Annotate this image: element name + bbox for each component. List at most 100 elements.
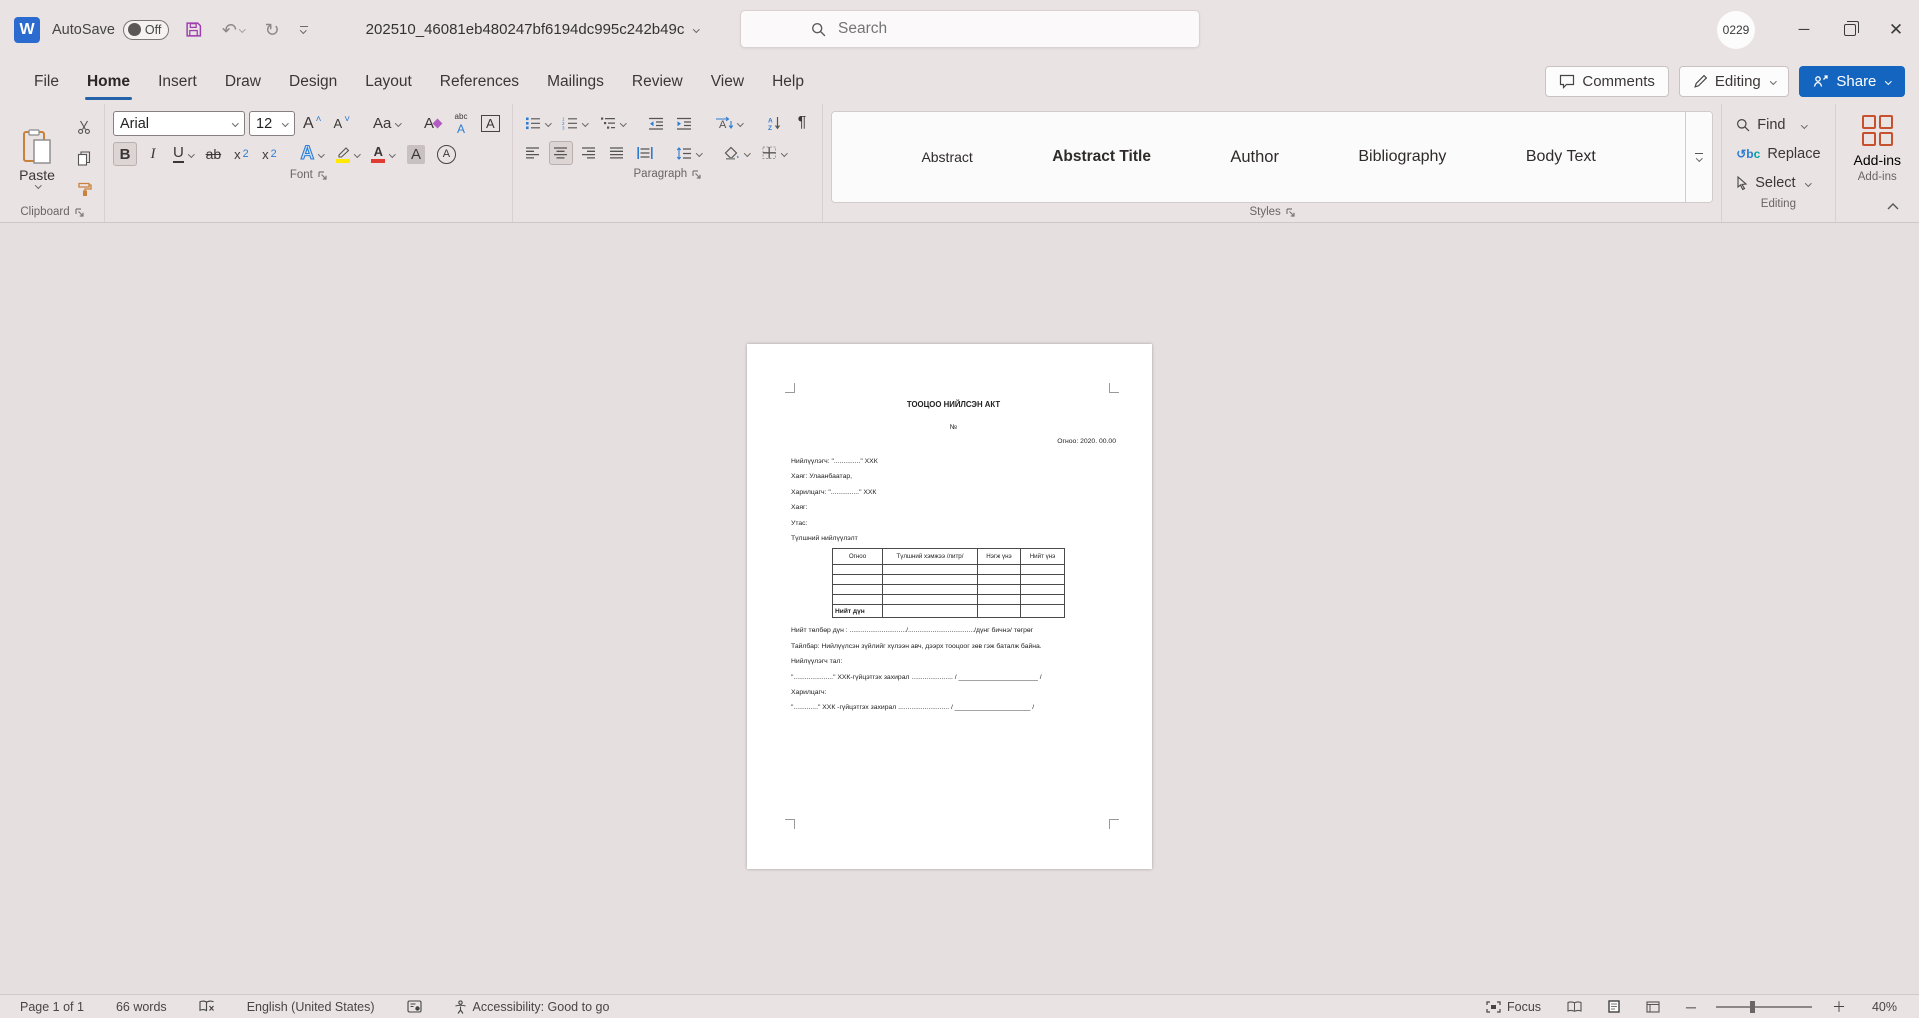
borders-button[interactable] (758, 141, 791, 165)
text-direction-button[interactable]: A (711, 111, 747, 135)
zoom-level[interactable]: 40% (1866, 999, 1903, 1015)
strikethrough-button[interactable]: ab (201, 142, 225, 166)
italic-button[interactable]: I (141, 142, 165, 166)
underline-button[interactable]: U (169, 142, 197, 166)
comments-button[interactable]: Comments (1545, 66, 1669, 97)
page-content[interactable]: ТООЦОО НИЙЛСЭН АКТ № Огноо: 2020. 00.00 … (791, 400, 1116, 716)
language-status[interactable]: English (United States) (241, 999, 381, 1015)
distribute-button[interactable] (633, 141, 657, 165)
justify-button[interactable] (605, 141, 629, 165)
select-button[interactable]: Select (1730, 171, 1826, 195)
print-layout-button[interactable] (1602, 999, 1626, 1014)
tab-view[interactable]: View (697, 59, 758, 104)
document-canvas[interactable]: ТООЦОО НИЙЛСЭН АКТ № Огноо: 2020. 00.00 … (0, 223, 1919, 994)
tab-insert[interactable]: Insert (144, 59, 211, 104)
zoom-slider-thumb[interactable] (1750, 1001, 1755, 1013)
style-item-bibliography[interactable]: Bibliography (1358, 148, 1446, 166)
character-shading-button[interactable]: A (403, 142, 429, 166)
shading-button[interactable] (720, 141, 754, 165)
collapse-ribbon-button[interactable] (1883, 199, 1903, 214)
close-button[interactable]: ✕ (1873, 0, 1919, 59)
tab-references[interactable]: References (426, 59, 533, 104)
page-status[interactable]: Page 1 of 1 (14, 999, 90, 1015)
decrease-indent-button[interactable] (644, 111, 668, 135)
sort-button[interactable]: A Z (762, 111, 786, 135)
text-effects-button[interactable]: A (296, 142, 327, 166)
search-input[interactable] (836, 19, 1136, 39)
bold-button[interactable]: B (113, 142, 137, 166)
account-badge[interactable]: 0229 (1717, 11, 1755, 49)
style-item-abstract[interactable]: Abstract (921, 149, 972, 165)
font-size-select[interactable]: 12 (249, 111, 295, 136)
tab-help[interactable]: Help (758, 59, 818, 104)
editing-mode-button[interactable]: Editing (1679, 66, 1789, 97)
align-center-button[interactable] (549, 141, 573, 165)
find-button[interactable]: Find (1730, 113, 1826, 137)
font-dialog-launcher[interactable] (318, 171, 327, 180)
format-painter-button[interactable] (72, 177, 96, 201)
tab-draw[interactable]: Draw (211, 59, 275, 104)
document-title-control[interactable]: 202510_46081eb480247bf6194dc995c242b49c (366, 21, 699, 38)
tab-mailings[interactable]: Mailings (533, 59, 618, 104)
redo-button[interactable]: ↻ (261, 19, 284, 41)
tab-design[interactable]: Design (275, 59, 351, 104)
web-layout-button[interactable] (1640, 1000, 1666, 1014)
phonetic-guide-button[interactable]: abcA (449, 112, 473, 136)
character-border-button[interactable]: A (477, 112, 504, 136)
read-mode-button[interactable] (1561, 1000, 1588, 1014)
font-color-button[interactable]: A (367, 142, 399, 166)
superscript-button[interactable]: x2 (257, 142, 281, 166)
change-case-button[interactable]: Aa (369, 112, 405, 136)
save-button[interactable] (181, 19, 206, 40)
proofing-errors-button[interactable] (193, 999, 221, 1014)
highlight-button[interactable] (332, 142, 364, 166)
align-right-button[interactable] (577, 141, 601, 165)
style-item-abstract-title[interactable]: Abstract Title (1052, 148, 1151, 166)
font-name-select[interactable]: Arial (113, 111, 245, 136)
record-button[interactable] (401, 999, 428, 1014)
restore-button[interactable] (1827, 0, 1873, 59)
styles-dialog-launcher[interactable] (1286, 208, 1295, 217)
paragraph-dialog-launcher[interactable] (692, 170, 701, 179)
enclose-characters-button[interactable]: A (433, 142, 460, 166)
focus-button[interactable]: Focus (1480, 999, 1547, 1015)
crop-mark-top-left (785, 383, 795, 393)
zoom-out-button[interactable]: ─ (1680, 998, 1702, 1016)
show-formatting-marks-button[interactable]: ¶ (790, 111, 814, 135)
customize-quick-access-button[interactable] (296, 24, 312, 35)
word-count[interactable]: 66 words (110, 999, 173, 1015)
shrink-font-button[interactable]: A˅ (330, 112, 355, 136)
search-box[interactable] (740, 10, 1200, 48)
styles-gallery-more-button[interactable] (1685, 112, 1712, 202)
grow-font-button[interactable]: A˄ (299, 112, 326, 136)
share-button[interactable]: Share (1799, 66, 1905, 97)
line-spacing-button[interactable] (672, 141, 706, 165)
align-left-button[interactable] (521, 141, 545, 165)
paste-button[interactable]: Paste (8, 111, 66, 203)
multilevel-list-button[interactable] (596, 111, 630, 135)
clear-formatting-button[interactable]: A (420, 112, 445, 136)
minimize-button[interactable]: ─ (1781, 0, 1827, 59)
autosave-control[interactable]: AutoSave Off (52, 20, 169, 40)
document-page[interactable]: ТООЦОО НИЙЛСЭН АКТ № Огноо: 2020. 00.00 … (747, 344, 1152, 869)
autosave-toggle[interactable]: Off (123, 20, 169, 40)
zoom-in-button[interactable]: ＋ (1826, 996, 1852, 1018)
zoom-slider[interactable] (1716, 1006, 1812, 1008)
clipboard-dialog-launcher[interactable] (75, 208, 84, 217)
tab-review[interactable]: Review (618, 59, 697, 104)
tab-file[interactable]: File (20, 59, 73, 104)
replace-button[interactable]: ↺bc Replace (1730, 142, 1826, 166)
copy-button[interactable] (72, 146, 96, 170)
addins-button[interactable]: Add-ins (1844, 111, 1911, 168)
undo-button[interactable]: ↶ (218, 19, 249, 41)
tab-layout[interactable]: Layout (351, 59, 426, 104)
increase-indent-button[interactable] (672, 111, 696, 135)
numbering-button[interactable]: 123 (558, 111, 592, 135)
cut-button[interactable] (72, 115, 96, 139)
style-item-author[interactable]: Author (1230, 148, 1279, 167)
bullets-button[interactable] (521, 111, 555, 135)
style-item-body-text[interactable]: Body Text (1526, 148, 1596, 166)
tab-home[interactable]: Home (73, 59, 144, 104)
accessibility-status[interactable]: Accessibility: Good to go (448, 999, 616, 1015)
subscript-button[interactable]: x2 (229, 142, 253, 166)
